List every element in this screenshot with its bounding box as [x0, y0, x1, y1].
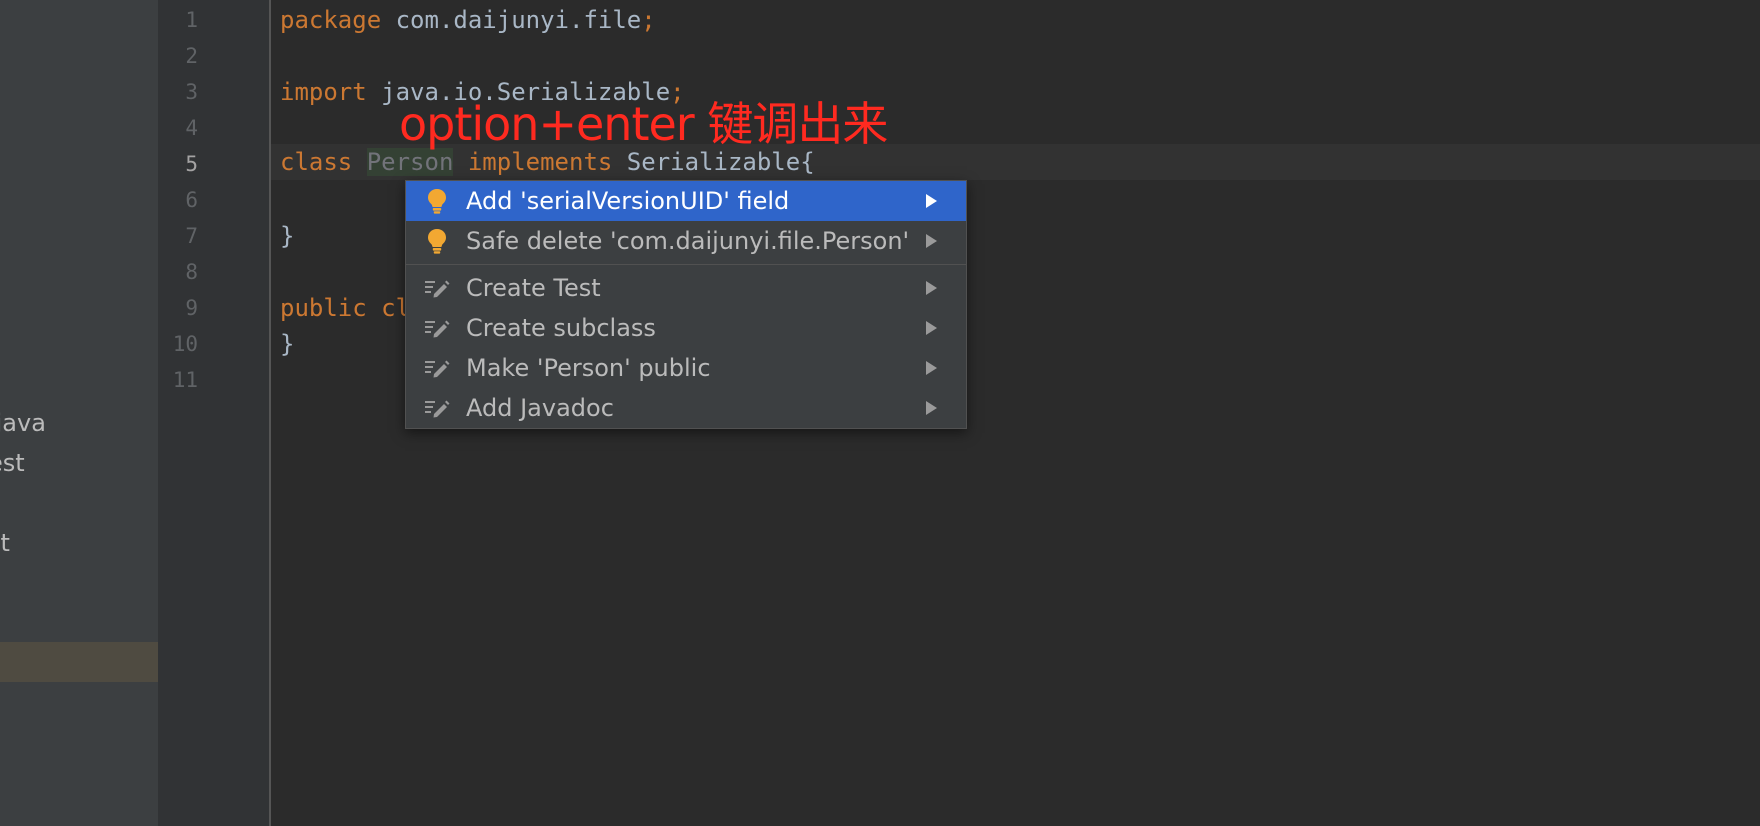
project-tree-selected-row[interactable]	[0, 642, 158, 682]
submenu-arrow-icon	[926, 281, 948, 295]
project-tree-item[interactable]: est	[0, 443, 37, 483]
line-number: 9	[185, 296, 198, 320]
intention-pencil-icon	[423, 394, 451, 422]
line-number: 4	[185, 116, 198, 140]
project-tree-item[interactable]: t	[0, 363, 9, 403]
project-tree-item[interactable]: .java	[0, 403, 58, 443]
line-number: 7	[185, 224, 198, 248]
line-number: 2	[185, 44, 198, 68]
intention-pencil-icon	[423, 314, 451, 342]
line-number: 3	[185, 80, 198, 104]
lightbulb-icon	[423, 187, 451, 215]
menu-separator	[406, 264, 966, 265]
annotation-text: option+enter 键调出来	[399, 97, 888, 151]
submenu-arrow-icon	[926, 321, 948, 335]
line-number: 11	[172, 368, 198, 392]
submenu-arrow-icon	[926, 194, 948, 208]
line-number: 8	[185, 260, 198, 284]
menu-item-add-javadoc[interactable]: Add Javadoc	[406, 388, 966, 428]
menu-item-create-test[interactable]: Create Test	[406, 268, 966, 308]
line-number: 1	[185, 8, 198, 32]
submenu-arrow-icon	[926, 401, 948, 415]
line-number: 6	[185, 188, 198, 212]
class-name-person[interactable]: Person	[366, 148, 454, 176]
ide-window: t .java est st 1 2 3 4 5 6 7 8 9 10 11 p…	[0, 0, 1760, 826]
submenu-arrow-icon	[926, 234, 948, 248]
intention-actions-popup: Add 'serialVersionUID' field Safe delete…	[405, 180, 967, 429]
project-tree-panel: t .java est st	[0, 0, 158, 826]
intention-pencil-icon	[423, 274, 451, 302]
line-number: 10	[172, 332, 198, 356]
lightbulb-icon	[423, 227, 451, 255]
submenu-arrow-icon	[926, 361, 948, 375]
intention-pencil-icon	[423, 354, 451, 382]
code-line-1[interactable]: package com.daijunyi.file;	[280, 2, 656, 38]
menu-item-safe-delete[interactable]: Safe delete 'com.daijunyi.file.Person'	[406, 221, 966, 261]
menu-item-add-serialversionuid[interactable]: Add 'serialVersionUID' field	[406, 181, 966, 221]
project-tree-item[interactable]: st	[0, 523, 22, 563]
code-line-9[interactable]: public cl	[280, 290, 410, 326]
code-line-10[interactable]: }	[280, 326, 294, 362]
line-number-current: 5	[185, 152, 198, 176]
menu-item-create-subclass[interactable]: Create subclass	[406, 308, 966, 348]
menu-item-make-public[interactable]: Make 'Person' public	[406, 348, 966, 388]
code-line-7[interactable]: }	[280, 218, 294, 254]
